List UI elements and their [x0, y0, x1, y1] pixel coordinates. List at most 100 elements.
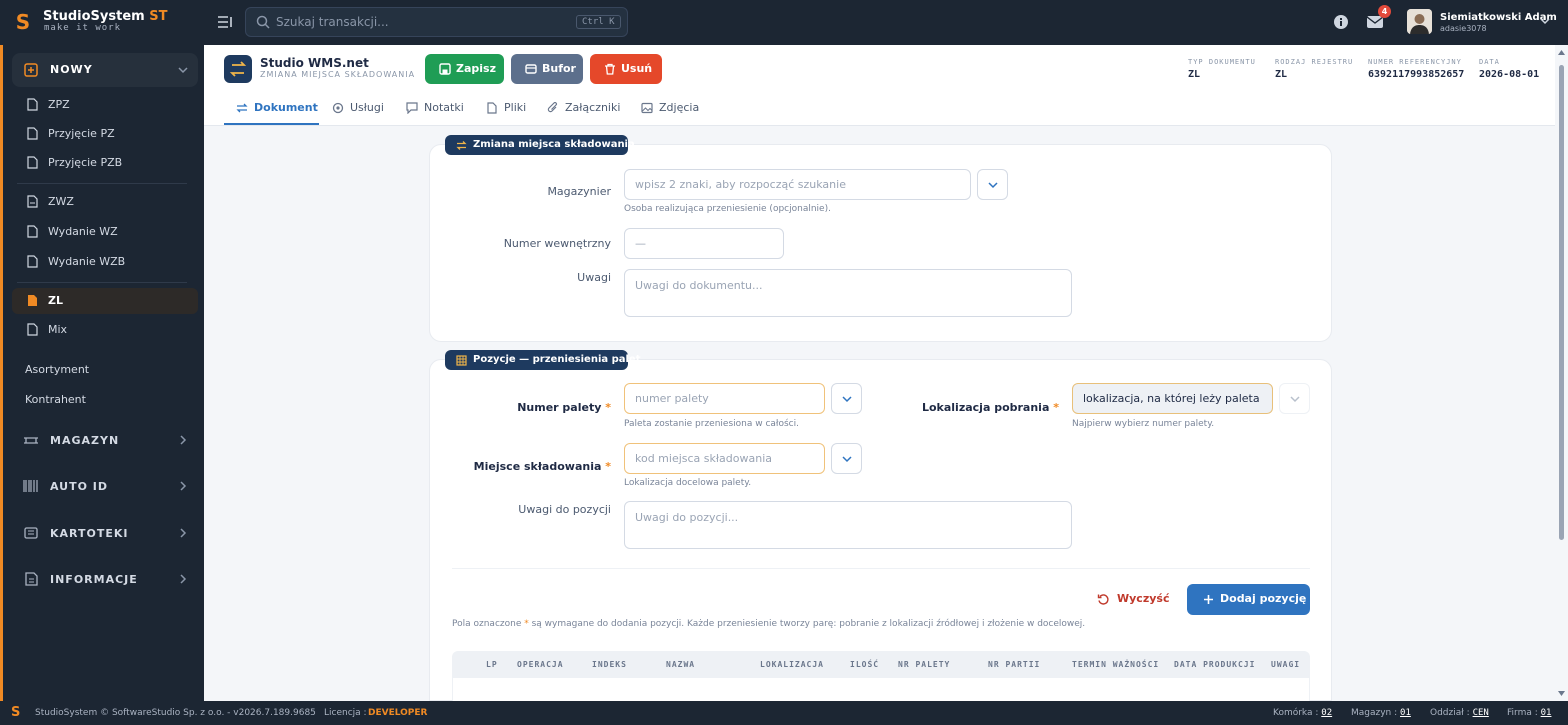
footer-company[interactable]: Firma : 01 [1507, 708, 1551, 718]
sidebar-group-auto-id[interactable]: AUTO ID [12, 471, 198, 501]
column-header-operation[interactable]: OPERACJA [517, 660, 564, 669]
column-header-production-date[interactable]: DATA PRODUKCJI [1174, 660, 1255, 669]
notes-textarea[interactable]: Uwagi do dokumentu... [624, 269, 1072, 317]
footer-cell[interactable]: Komórka : 02 [1273, 708, 1332, 718]
meta-reference-number: NUMER REFERENCYJNY 6392117993852657 [1368, 58, 1464, 80]
delete-button[interactable]: Usuń [590, 54, 662, 84]
document-icon [27, 98, 38, 111]
info-icon[interactable] [1333, 14, 1349, 30]
column-header-name[interactable]: NAZWA [666, 660, 695, 669]
sidebar-group-label: AUTO ID [50, 480, 109, 493]
app-name: Studio WMS.net [260, 56, 369, 70]
column-header-pallet-number[interactable]: NR PALETY [898, 660, 950, 669]
internal-number-label: Numer wewnętrzny [503, 237, 611, 250]
footer-copyright: StudioSystem © SoftwareStudio Sp. z o.o.… [35, 708, 316, 718]
sidebar-item-przyjecie-pzb[interactable]: Przyjęcie PZB [12, 150, 198, 176]
sidebar-link-kontrahent[interactable]: Kontrahent [25, 393, 86, 406]
menu-toggle-icon[interactable] [216, 13, 234, 31]
sidebar-item-wydanie-wzb[interactable]: Wydanie WZB [12, 249, 198, 275]
status-bar: S StudioSystem © SoftwareStudio Sp. z o.… [0, 701, 1568, 725]
form-divider [452, 568, 1310, 569]
column-header-notes[interactable]: UWAGI [1271, 660, 1300, 669]
scrollbar-thumb[interactable] [1559, 65, 1564, 540]
meta-register-type: RODZAJ REJESTRU ZL [1275, 58, 1353, 80]
sidebar-item-przyjecie-pz[interactable]: Przyjęcie PZ [12, 121, 198, 147]
warehouseman-input[interactable]: wpisz 2 znaki, aby rozpocząć szukanie [624, 169, 971, 200]
warehouseman-dropdown-button[interactable] [977, 169, 1008, 200]
position-notes-textarea[interactable]: Uwagi do pozycji... [624, 501, 1072, 549]
license-value: DEVELOPER [368, 708, 428, 718]
clear-button[interactable]: Wyczyść [1097, 592, 1169, 608]
scroll-up-icon[interactable] [1558, 50, 1565, 55]
sidebar-group-new[interactable]: NOWY [12, 53, 198, 87]
transfer-icon [456, 141, 467, 150]
column-header-expiry-date[interactable]: TERMIN WAŻNOŚCI [1072, 660, 1159, 669]
tab-label: Usługi [350, 101, 384, 114]
warehouse-icon [24, 437, 38, 444]
footer-branch[interactable]: Oddział : CEN [1430, 708, 1489, 718]
sidebar-item-label: ZL [48, 294, 63, 307]
search-box[interactable]: Szukaj transakcji... Ctrl K [245, 7, 628, 37]
pickup-location-dropdown-button[interactable] [1279, 383, 1310, 414]
chevron-down-icon [178, 67, 188, 74]
chevron-right-icon [180, 481, 187, 491]
internal-number-input[interactable]: — [624, 228, 784, 259]
pallet-number-input[interactable]: numer palety [624, 383, 825, 414]
scroll-down-icon[interactable] [1558, 691, 1565, 696]
studiosystem-logo-icon[interactable]: S [12, 11, 34, 33]
transfer-icon [236, 103, 248, 113]
tab-label: Załączniki [565, 101, 621, 114]
sidebar-item-label: ZPZ [48, 98, 70, 111]
sidebar-link-asortyment[interactable]: Asortyment [25, 363, 89, 376]
column-header-index[interactable]: INDEKS [592, 660, 627, 669]
positions-table-header: LP OPERACJA INDEKS NAZWA LOKALIZACJA ILO… [452, 651, 1310, 678]
buffer-button[interactable]: Bufor [511, 54, 583, 84]
user-login: adasie3078 [1440, 24, 1487, 33]
transfer-icon [224, 55, 252, 83]
column-header-lp[interactable]: LP [486, 660, 498, 669]
chevron-down-icon[interactable] [1540, 16, 1550, 26]
column-header-batch-number[interactable]: NR PARTII [988, 660, 1040, 669]
plus-square-icon [24, 63, 38, 77]
document-icon [27, 127, 38, 140]
chevron-right-icon [180, 574, 187, 584]
plus-icon [1204, 595, 1213, 604]
search-input[interactable]: Szukaj transakcji... [276, 15, 389, 29]
buffer-button-label: Bufor [542, 62, 576, 75]
meta-date: DATA 2026-08-01 [1479, 58, 1539, 80]
sidebar-item-zwz[interactable]: ZWZ [12, 189, 198, 215]
brand-tagline: make it work [44, 23, 122, 33]
section-badge-positions: Pozycje — przeniesienia palet [445, 350, 641, 370]
sidebar-item-label: Mix [48, 323, 68, 336]
document-type-subtitle: ZMIANA MIEJSCA SKŁADOWANIA [260, 70, 416, 79]
sidebar-group-informacje[interactable]: INFORMACJE [12, 564, 198, 594]
column-header-quantity[interactable]: ILOŚĆ [850, 660, 879, 669]
sidebar-group-kartoteki[interactable]: KARTOTEKI [12, 518, 198, 548]
comment-icon [406, 102, 418, 114]
add-position-button[interactable]: Dodaj pozycję [1187, 584, 1310, 615]
save-button[interactable]: Zapisz [425, 54, 504, 84]
sidebar: NOWY ZPZ Przyjęcie PZ Przyjęcie PZB ZWZ … [0, 45, 204, 701]
grid-icon [456, 355, 467, 366]
sidebar-item-zpz[interactable]: ZPZ [12, 92, 198, 118]
buffer-icon [525, 64, 537, 74]
pallet-number-dropdown-button[interactable] [831, 383, 862, 414]
page-scrollbar[interactable] [1555, 45, 1568, 701]
search-icon [256, 15, 270, 29]
chevron-down-icon [842, 396, 852, 403]
column-header-location[interactable]: LOKALIZACJA [760, 660, 824, 669]
chevron-right-icon [180, 528, 187, 538]
storage-place-dropdown-button[interactable] [831, 443, 862, 474]
sidebar-item-wydanie-wz[interactable]: Wydanie WZ [12, 219, 198, 245]
save-icon [439, 63, 451, 75]
sidebar-group-magazyn[interactable]: MAGAZYN [12, 425, 198, 455]
sidebar-item-zl[interactable]: ZL [12, 288, 198, 314]
sidebar-item-mix[interactable]: Mix [12, 317, 198, 343]
user-avatar[interactable] [1407, 9, 1432, 34]
barcode-icon [23, 480, 38, 492]
meta-key: RODZAJ REJESTRU [1275, 58, 1354, 66]
pickup-location-input[interactable]: lokalizacja, na której leży paleta [1072, 383, 1273, 414]
meta-value: ZL [1275, 69, 1288, 80]
storage-place-input[interactable]: kod miejsca składowania [624, 443, 825, 474]
footer-warehouse[interactable]: Magazyn : 01 [1351, 708, 1411, 718]
